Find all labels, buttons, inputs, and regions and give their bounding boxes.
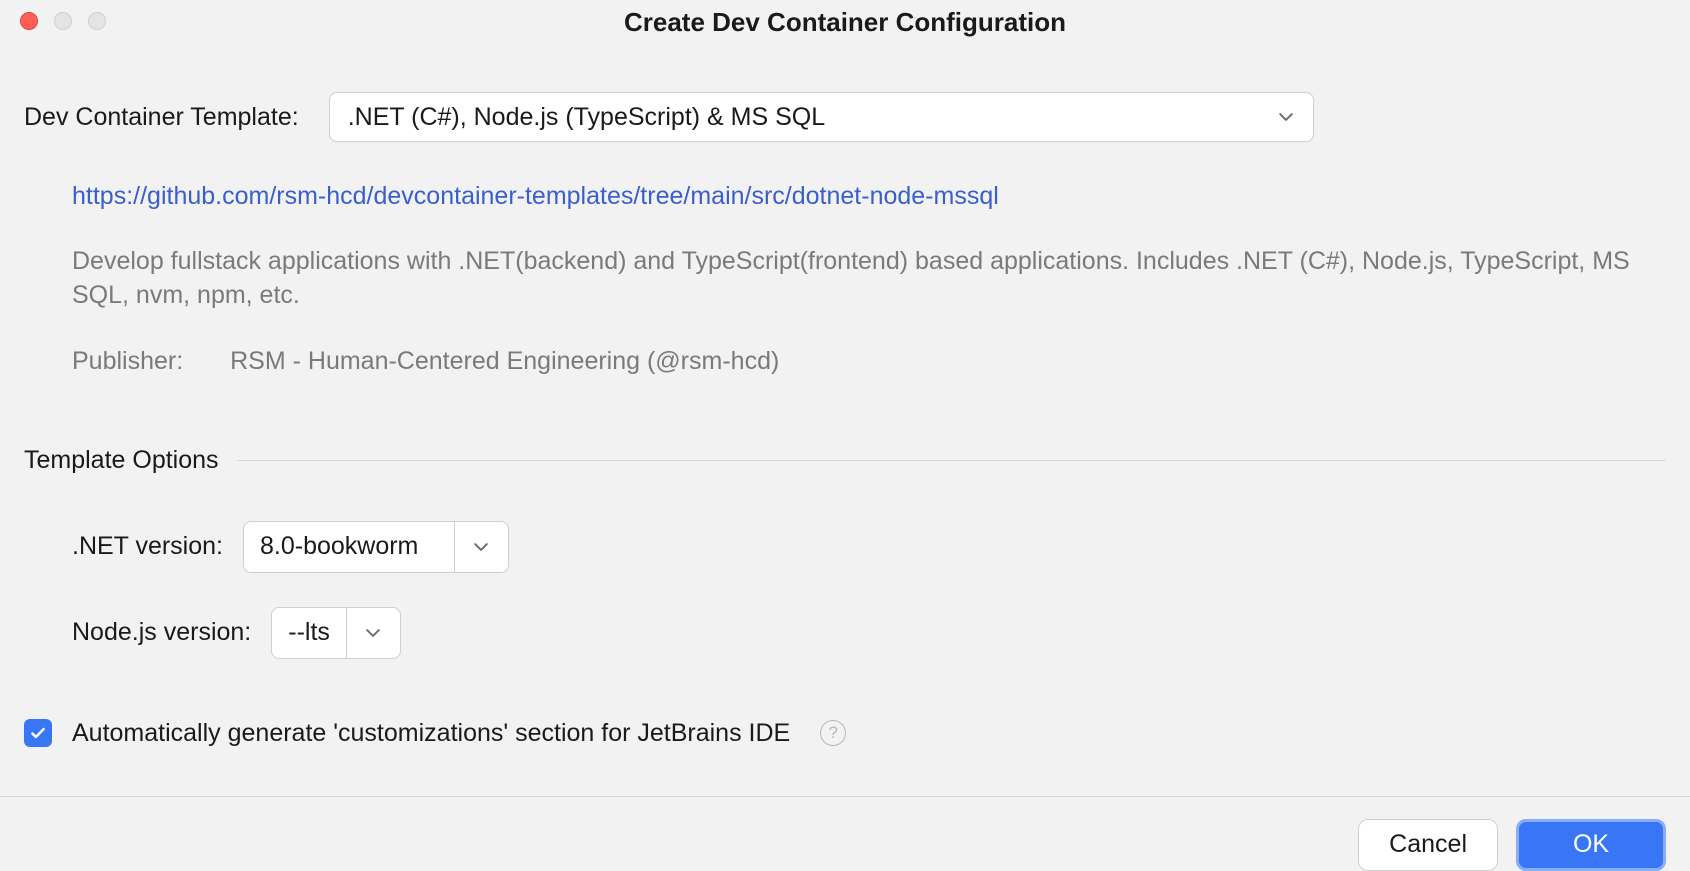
template-info: https://github.com/rsm-hcd/devcontainer-… [24,182,1666,376]
dotnet-version-select[interactable]: 8.0-bookworm [243,521,509,573]
chevron-down-icon [1277,108,1295,126]
publisher-value: RSM - Human-Centered Engineering (@rsm-h… [230,347,779,375]
template-select[interactable]: .NET (C#), Node.js (TypeScript) & MS SQL [329,92,1314,142]
window-controls [20,12,106,30]
template-options: .NET version: 8.0-bookworm Node.js versi… [24,521,1666,659]
node-version-value: --lts [272,608,346,658]
titlebar: Create Dev Container Configuration [0,0,1690,44]
template-options-title: Template Options [24,446,219,475]
checkmark-icon [29,724,47,742]
chevron-down-icon [346,608,400,658]
publisher-label: Publisher: [72,347,183,376]
customizations-checkbox[interactable] [24,719,52,747]
template-selected-value: .NET (C#), Node.js (TypeScript) & MS SQL [348,103,825,132]
dotnet-version-label: .NET version: [72,532,223,561]
window-title: Create Dev Container Configuration [16,7,1674,38]
template-link[interactable]: https://github.com/rsm-hcd/devcontainer-… [72,182,999,210]
ok-button[interactable]: OK [1516,819,1666,871]
dialog-content: Dev Container Template: .NET (C#), Node.… [0,44,1690,748]
cancel-button[interactable]: Cancel [1358,819,1498,871]
dotnet-version-value: 8.0-bookworm [244,522,454,572]
customizations-checkbox-label: Automatically generate 'customizations' … [72,719,790,748]
minimize-button[interactable] [54,12,72,30]
template-label: Dev Container Template: [24,103,299,132]
chevron-down-icon [454,522,508,572]
node-version-label: Node.js version: [72,618,251,647]
help-icon[interactable]: ? [820,720,846,746]
template-options-header: Template Options [24,446,1666,475]
node-version-select[interactable]: --lts [271,607,401,659]
close-button[interactable] [20,12,38,30]
template-description: Develop fullstack applications with .NET… [72,245,1646,313]
dialog-footer: Cancel OK [0,796,1690,871]
template-row: Dev Container Template: .NET (C#), Node.… [24,92,1666,142]
divider [237,460,1666,461]
node-version-row: Node.js version: --lts [72,607,1666,659]
maximize-button[interactable] [88,12,106,30]
customizations-checkbox-row: Automatically generate 'customizations' … [24,719,1666,748]
dotnet-version-row: .NET version: 8.0-bookworm [72,521,1666,573]
publisher-row: Publisher: RSM - Human-Centered Engineer… [72,347,1646,376]
